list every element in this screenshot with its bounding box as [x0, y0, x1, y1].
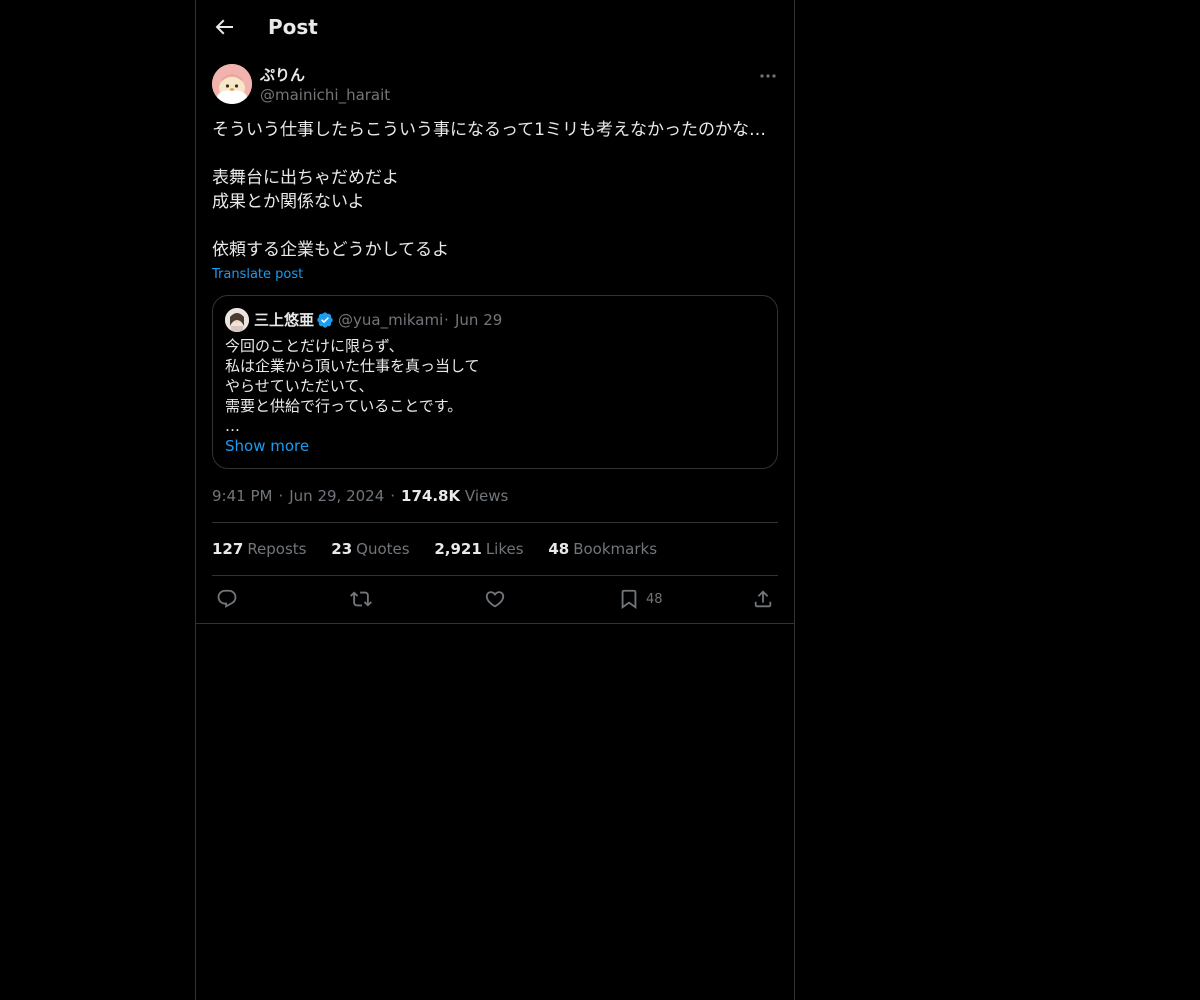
views-label: Views [464, 487, 509, 505]
author-display-name[interactable]: ぷりん [260, 65, 305, 85]
likes-stat[interactable]: 2,921 Likes [434, 539, 523, 559]
verified-badge-icon [316, 311, 334, 329]
author-handle[interactable]: @mainichi_harait [260, 85, 390, 105]
likes-count: 2,921 [434, 540, 482, 558]
reposts-count: 127 [212, 540, 244, 558]
share-icon [754, 590, 772, 608]
more-icon [760, 74, 776, 78]
share-button[interactable] [752, 587, 774, 611]
post-date[interactable]: Jun 29, 2024 [289, 487, 384, 505]
reposts-stat[interactable]: 127 Reposts [212, 539, 307, 559]
translate-post-link[interactable]: Translate post [212, 266, 303, 284]
post-time[interactable]: 9:41 PM [212, 487, 272, 505]
top-bar: Post [196, 0, 794, 54]
reposts-label: Reposts [247, 540, 307, 558]
bookmarks-stat[interactable]: 48 Bookmarks [548, 539, 657, 559]
like-button[interactable] [484, 587, 506, 611]
quotes-stat[interactable]: 23 Quotes [331, 539, 409, 559]
show-more-link[interactable]: Show more [225, 436, 309, 456]
quote-avatar [225, 308, 249, 332]
avatar[interactable] [212, 64, 252, 104]
quote-date: Jun 29 [455, 311, 503, 329]
repost-icon [350, 591, 372, 607]
quote-avatar-image [225, 308, 249, 332]
bookmark-icon [621, 589, 637, 610]
meta-separator: · [278, 487, 284, 505]
quote-handle: @yua_mikami [338, 311, 444, 329]
post-column: Post ぷりん @mainichi_harait そういう仕事したらこういう事… [195, 0, 795, 1000]
arrow-left-icon [215, 19, 233, 35]
quotes-label: Quotes [356, 540, 410, 558]
quote-separator: · [444, 311, 449, 329]
bookmarks-count: 48 [548, 540, 570, 558]
likes-label: Likes [485, 540, 524, 558]
action-bar: 48 [212, 587, 778, 611]
meta-separator: · [390, 487, 396, 505]
post-stats: 127 Reposts 23 Quotes 2,921 Likes 48 Bookmar… [212, 539, 677, 559]
divider [212, 522, 778, 523]
reply-icon [217, 589, 237, 608]
more-options-button[interactable] [758, 66, 778, 86]
repost-button[interactable] [350, 587, 372, 611]
bookmark-button[interactable]: 48 [618, 587, 663, 611]
quote-display-name: 三上悠亜 [254, 311, 315, 329]
quotes-count: 23 [331, 540, 353, 558]
views-count: 174.8K [401, 487, 461, 505]
back-button[interactable] [212, 15, 236, 39]
post-meta: 9:41 PM · Jun 29, 2024 · 174.8K Views [212, 486, 508, 506]
quoted-post[interactable]: 三上悠亜 @yua_mikami · Jun 29 今回のことだけに限らず、 私… [212, 295, 778, 469]
post-bottom-border [196, 623, 794, 624]
bookmark-count: 48 [646, 591, 663, 607]
quote-text: 今回のことだけに限らず、 私は企業から頂いた仕事を真っ当して やらせていただいて… [225, 337, 480, 435]
heart-icon [485, 591, 505, 608]
avatar-image [212, 64, 252, 104]
divider [212, 575, 778, 576]
reply-button[interactable] [216, 587, 238, 611]
post-text: そういう仕事したらこういう事になるって1ミリも考えなかったのかな… 表舞台に出ち… [212, 120, 766, 260]
bookmarks-label: Bookmarks [573, 540, 658, 558]
page-title: Post [268, 15, 318, 39]
